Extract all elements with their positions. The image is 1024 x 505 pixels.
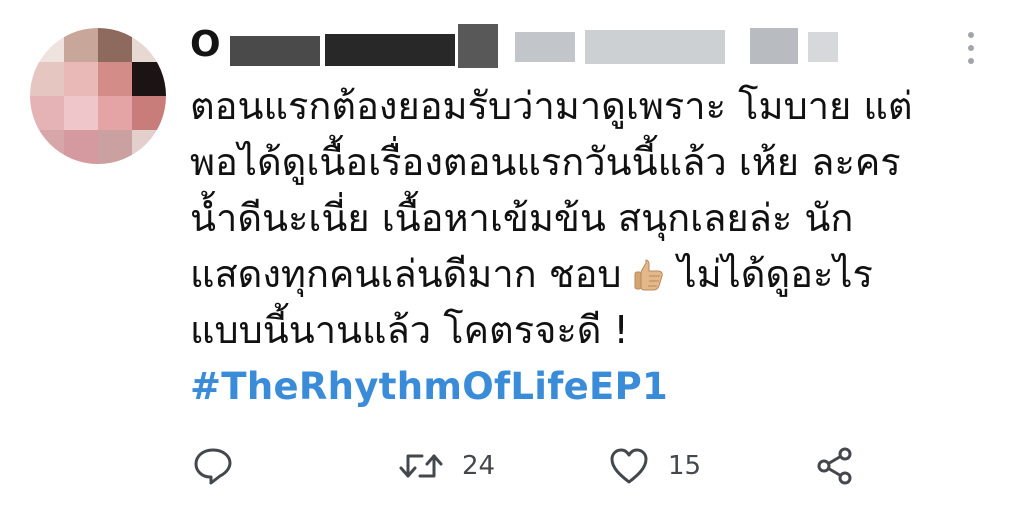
avatar-pixel	[132, 96, 166, 130]
avatar-pixel	[98, 96, 132, 130]
hashtag-link[interactable]: #TheRhythmOfLifeEP1	[190, 365, 668, 408]
avatar-pixel	[98, 62, 132, 96]
avatar[interactable]	[30, 28, 166, 164]
tweet-text-line: น้ำดีนะเนี่ย เนื้อหาเข้มข้น สนุกเลยล่ะ น…	[190, 196, 854, 240]
avatar-pixel	[132, 28, 166, 62]
like-count: 15	[668, 451, 702, 481]
avatar-pixel	[30, 28, 64, 62]
avatar-pixel	[64, 62, 98, 96]
retweet-count: 24	[462, 451, 496, 481]
retweet-icon	[399, 454, 443, 478]
avatar-pixel	[132, 130, 166, 164]
blurred-name	[230, 36, 320, 66]
tweet-header: O	[190, 18, 950, 74]
avatar-pixel	[132, 62, 166, 96]
blurred-name	[458, 24, 498, 68]
avatar-pixel	[30, 62, 64, 96]
like-button[interactable]: 15	[608, 446, 701, 486]
action-bar: 24 15	[0, 440, 1024, 494]
more-vertical-icon[interactable]	[962, 28, 980, 68]
tweet-text-line-part: ไม่ได้ดูอะไร	[677, 252, 873, 296]
avatar-pixel	[30, 130, 64, 164]
blurred-handle	[515, 32, 575, 62]
reply-button[interactable]	[192, 446, 234, 486]
blurred-handle	[750, 28, 798, 64]
share-icon	[817, 447, 852, 485]
heart-icon	[610, 448, 648, 484]
reply-icon	[194, 448, 232, 485]
tweet-text: ตอนแรกต้องยอมรับว่ามาดูเพราะ โมบาย แต่ พ…	[190, 78, 990, 358]
author-name[interactable]: O	[190, 24, 223, 65]
tweet-text-line: ตอนแรกต้องยอมรับว่ามาดูเพราะ โมบาย แต่	[190, 84, 913, 128]
blurred-handle	[808, 32, 838, 62]
retweet-button[interactable]: 24	[398, 446, 495, 486]
avatar-pixel	[64, 130, 98, 164]
tweet-text-line: แบบนี้นานแล้ว โคตรจะดี !	[190, 308, 629, 352]
avatar-pixel	[64, 28, 98, 62]
avatar-pixel	[98, 28, 132, 62]
share-button[interactable]	[815, 446, 855, 486]
blurred-name	[325, 34, 455, 66]
tweet-text-line-part: แสดงทุกคนเล่นดีมาก ชอบ	[190, 252, 622, 296]
blurred-handle	[585, 30, 725, 64]
tweet-text-line: พอได้ดูเนื้อเรื่องตอนแรกวันนี้แล้ว เห้ย …	[190, 140, 901, 184]
avatar-pixel	[64, 96, 98, 130]
avatar-pixel	[30, 96, 64, 130]
tweet-text-line: แสดงทุกคนเล่นดีมาก ชอบ ไม่ได้ดูอะไร	[190, 246, 990, 302]
thumbs-up-emoji	[634, 259, 663, 291]
avatar-pixel	[98, 130, 132, 164]
